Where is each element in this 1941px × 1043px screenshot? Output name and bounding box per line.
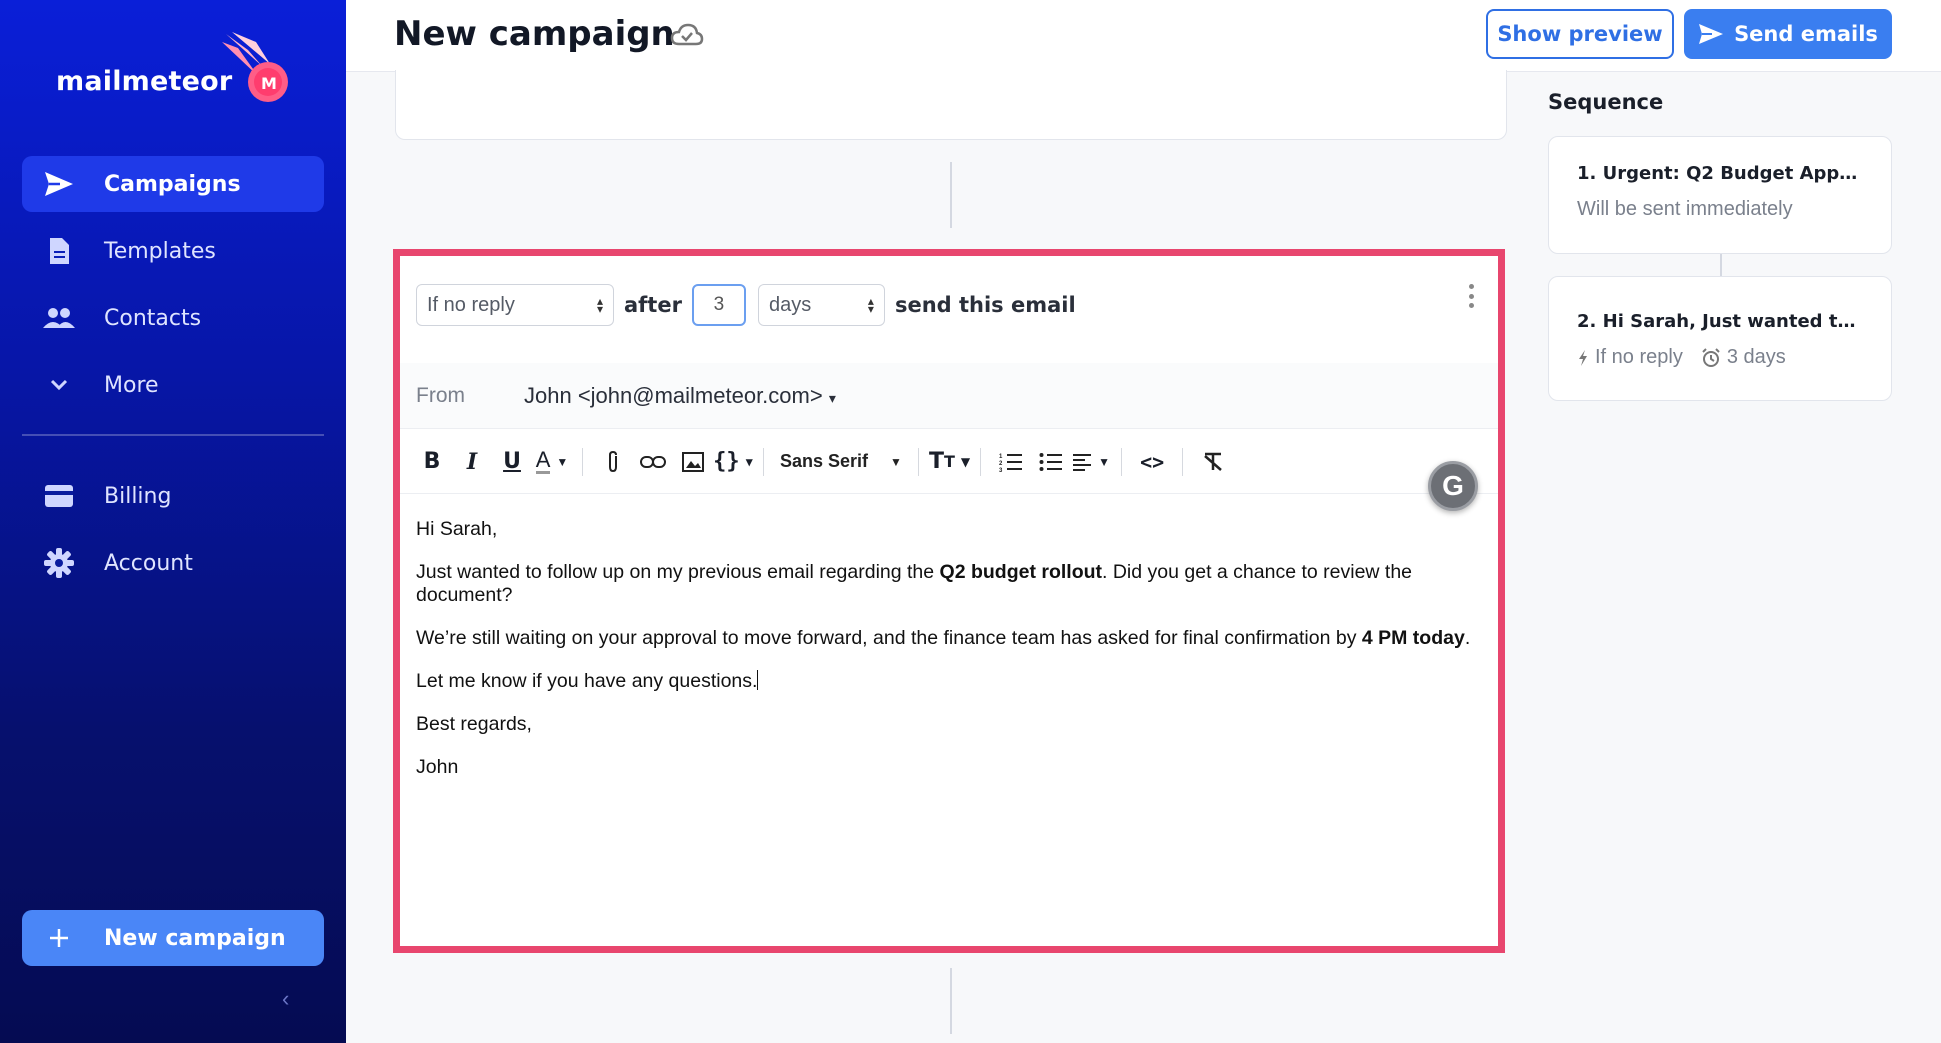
previous-email-card[interactable]: [395, 70, 1507, 140]
font-size-icon[interactable]: T T ▼: [929, 442, 970, 482]
select-arrows-icon: ▴ ▾: [867, 294, 874, 316]
step-title: 1. Urgent: Q2 Budget Approval Needed: [1577, 163, 1863, 184]
condition-value: If no reply: [427, 293, 515, 316]
from-select[interactable]: John <john@mailmeteor.com> ▾: [524, 383, 836, 409]
page-title: New campaign: [394, 14, 675, 54]
sidebar: mailmeteor M Campaigns Templates Contact…: [0, 0, 346, 1043]
align-icon[interactable]: ▼: [1071, 442, 1111, 482]
send-condition-row: If no reply ▴ ▾ after 3 days ▴ ▾ send this…: [416, 284, 1086, 326]
body-paragraph: Just wanted to follow up on my previous …: [416, 561, 1413, 606]
text-color-icon[interactable]: A ▼: [532, 442, 572, 482]
svg-text:M: M: [261, 74, 277, 93]
send-icon: [42, 167, 76, 201]
sidebar-item-more[interactable]: More: [22, 357, 324, 413]
show-preview-button[interactable]: Show preview: [1486, 9, 1674, 59]
sidebar-divider: [22, 434, 324, 436]
greeting: Hi Sarah,: [416, 518, 498, 540]
chevron-down-icon: [42, 368, 76, 402]
bullet-list-icon[interactable]: [1031, 442, 1071, 482]
bold-icon[interactable]: B: [412, 442, 452, 482]
sidebar-item-billing[interactable]: Billing: [22, 468, 324, 524]
svg-text:2: 2: [999, 461, 1003, 467]
font-family-select[interactable]: Sans Serif ▼: [774, 451, 908, 472]
new-campaign-button[interactable]: New campaign: [22, 910, 324, 966]
send-emails-label: Send emails: [1734, 22, 1878, 46]
italic-icon[interactable]: I: [452, 442, 492, 482]
signature: John: [416, 756, 459, 778]
sequence-connector: [950, 162, 952, 228]
unit-value: days: [768, 293, 812, 316]
body-paragraph: We’re still waiting on your approval to …: [416, 627, 1471, 649]
plus-icon: [42, 921, 76, 955]
gear-icon: [42, 546, 76, 580]
people-icon: [42, 301, 76, 335]
attachment-icon[interactable]: [593, 442, 633, 482]
caret-down-icon: ▾: [828, 389, 836, 406]
sidebar-item-campaigns[interactable]: Campaigns: [22, 156, 324, 212]
logo-text: mailmeteor: [56, 66, 233, 97]
editor-toolbar: B I U A ▼ {} ▼ Sans Serif ▼ T T ▼ 123 ▼ <>: [400, 430, 1498, 494]
follow-up-email-card[interactable]: If no reply ▴ ▾ after 3 days ▴ ▾ send this…: [393, 249, 1505, 953]
from-label: From: [416, 383, 465, 407]
send-icon: [1699, 24, 1724, 44]
numbered-list-icon[interactable]: 123: [991, 442, 1031, 482]
sidebar-item-templates[interactable]: Templates: [22, 223, 324, 279]
sequence-step-1[interactable]: 1. Urgent: Q2 Budget Approval Needed Wil…: [1548, 136, 1892, 254]
grammarly-icon[interactable]: G: [1428, 461, 1478, 511]
after-label: after: [624, 293, 682, 317]
sidebar-item-label: Campaigns: [104, 171, 241, 197]
sidebar-item-label: More: [104, 372, 159, 398]
lightning-icon: [1579, 349, 1587, 366]
step-condition: If no reply: [1595, 346, 1683, 368]
sidebar-item-contacts[interactable]: Contacts: [22, 290, 324, 346]
svg-text:1: 1: [999, 454, 1003, 460]
closing: Best regards,: [416, 713, 532, 735]
body-paragraph: Let me know if you have any questions.: [416, 670, 759, 692]
header: New campaign Show preview Send emails: [346, 0, 1941, 72]
step-title: 2. Hi Sarah, Just wanted to follow up: [1577, 311, 1863, 332]
sequence-title: Sequence: [1548, 90, 1664, 114]
step-delay: 3 days: [1726, 346, 1786, 368]
sidebar-item-label: Billing: [104, 483, 172, 509]
from-row: From John <john@mailmeteor.com> ▾: [400, 363, 1498, 429]
link-icon[interactable]: [633, 442, 673, 482]
select-arrows-icon: ▴ ▾: [596, 294, 603, 316]
condition-select[interactable]: If no reply ▴ ▾: [416, 284, 614, 326]
step-subtitle: Will be sent immediately: [1577, 198, 1793, 220]
variables-icon[interactable]: {} ▼: [713, 442, 753, 482]
clear-formatting-icon[interactable]: [1193, 442, 1233, 482]
sequence-connector: [950, 968, 952, 1034]
from-value: John <john@mailmeteor.com>: [524, 382, 823, 408]
sidebar-item-account[interactable]: Account: [22, 535, 324, 591]
cloud-saved-icon: [670, 23, 704, 46]
email-body-editor[interactable]: Hi Sarah, Just wanted to follow up on my…: [416, 518, 1476, 799]
sidebar-item-label: Account: [104, 550, 193, 576]
more-options-icon[interactable]: [1466, 284, 1476, 308]
delay-input[interactable]: 3: [691, 284, 746, 326]
unit-select[interactable]: days ▴ ▾: [757, 284, 885, 326]
send-emails-button[interactable]: Send emails: [1684, 9, 1892, 59]
new-campaign-label: New campaign: [104, 925, 286, 951]
underline-icon[interactable]: U: [492, 442, 532, 482]
credit-card-icon: [42, 479, 76, 513]
code-icon[interactable]: <>: [1132, 442, 1172, 482]
alarm-clock-icon: [1702, 347, 1720, 367]
sequence-step-2[interactable]: 2. Hi Sarah, Just wanted to follow up If…: [1548, 276, 1892, 401]
send-this-email-label: send this email: [894, 293, 1076, 317]
image-icon[interactable]: [673, 442, 713, 482]
document-icon: [42, 234, 76, 268]
step-meta: If no reply 3 days: [1577, 346, 1863, 369]
font-family-value: Sans Serif: [780, 451, 869, 471]
logo[interactable]: mailmeteor M: [56, 30, 296, 110]
meteor-logo-icon: M: [222, 32, 288, 102]
text-cursor: [757, 670, 759, 690]
sidebar-item-label: Templates: [104, 238, 216, 264]
collapse-sidebar-icon[interactable]: ‹: [282, 986, 289, 1012]
sidebar-item-label: Contacts: [104, 305, 202, 331]
sequence-link: [1720, 254, 1722, 276]
svg-text:3: 3: [999, 468, 1003, 472]
